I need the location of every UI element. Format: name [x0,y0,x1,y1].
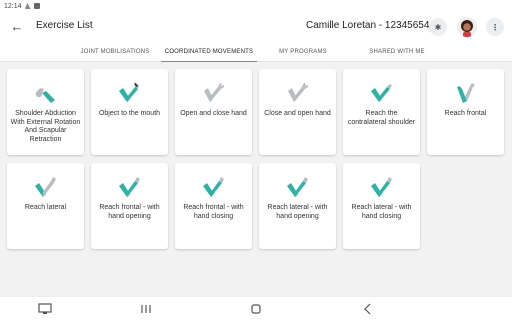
exercise-card[interactable]: Close and open hand [259,69,336,155]
bluetooth-icon: ✱ [434,22,442,32]
exercise-card[interactable]: Reach lateral - with hand opening [259,163,336,249]
exercise-grid: Shoulder Abduction With External Rotatio… [0,62,512,296]
tab-coordinated-movements[interactable]: COORDINATED MOVEMENTS [161,42,257,62]
recent-apps-icon[interactable] [139,303,153,315]
more-options-button[interactable]: ⋮ [486,18,504,36]
exercise-label: Reach lateral [24,204,67,211]
notification-icon [33,3,40,9]
tab-joint-mobilisations[interactable]: JOINT MOBILISATIONS [70,42,160,62]
exercise-card[interactable]: Open and close hand [175,69,252,155]
screen-share-icon[interactable] [38,303,52,315]
exercise-label: Reach the contralateral shoulder [347,110,416,126]
arm-contralateral-icon [371,84,392,102]
exercise-label: Reach lateral - with hand closing [351,204,412,220]
exercise-label: Object to the mouth [98,110,161,117]
arm-reach-lateral-close-icon [371,177,392,197]
arm-reach-frontal-icon [457,83,475,103]
home-icon[interactable] [249,303,263,315]
exercise-card[interactable]: Shoulder Abduction With External Rotatio… [7,69,84,155]
exercise-label: Reach frontal [444,110,487,117]
exercise-label: Shoulder Abduction With External Rotatio… [10,110,81,143]
exercise-card[interactable]: Reach frontal [427,69,504,155]
arm-reach-frontal-close-icon [203,177,224,197]
system-nav-bar [0,296,512,321]
app-bar: ← Exercise List Camille Loretan - 123456… [0,12,512,42]
tab-bar: JOINT MOBILISATIONS COORDINATED MOVEMENT… [0,42,512,62]
avatar[interactable] [457,17,477,37]
exercise-label: Close and open hand [264,110,331,117]
exercise-card[interactable]: Reach lateral [7,163,84,249]
user-avatar-icon [457,17,477,37]
back-arrow-icon[interactable]: ← [10,20,24,34]
patient-name: Camille Loretan - 12345654 [306,20,430,31]
hand-open-close-icon [204,83,224,102]
back-nav-icon[interactable] [361,303,375,315]
page-title: Exercise List [36,20,93,31]
exercise-label: Reach lateral - with hand opening [267,204,328,220]
warning-icon [24,3,31,9]
exercise-card[interactable]: Reach the contralateral shoulder [343,69,420,155]
tab-shared-with-me[interactable]: SHARED WITH ME [352,42,442,62]
exercise-label: Reach frontal - with hand closing [183,204,244,220]
arm-abduction-icon [35,88,55,103]
status-time: 12:14 [4,2,22,10]
exercise-card[interactable]: Reach frontal - with hand opening [91,163,168,249]
arm-reach-frontal-open-icon [119,177,140,197]
exercise-card[interactable]: Object to the mouth [91,69,168,155]
exercise-card[interactable]: Reach frontal - with hand closing [175,163,252,249]
tab-my-programs[interactable]: MY PROGRAMS [268,42,338,62]
status-bar: 12:14 [0,0,512,12]
more-vert-icon: ⋮ [491,22,499,32]
exercise-card[interactable]: Reach lateral - with hand closing [343,163,420,249]
arm-reach-lateral-open-icon [287,177,308,197]
exercise-label: Reach frontal - with hand opening [99,204,160,220]
exercise-label: Open and close hand [180,110,247,117]
arm-reach-lateral-icon [35,177,56,197]
arm-object-mouth-icon [119,83,139,102]
bluetooth-button[interactable]: ✱ [429,18,447,36]
hand-close-open-icon [288,83,308,102]
